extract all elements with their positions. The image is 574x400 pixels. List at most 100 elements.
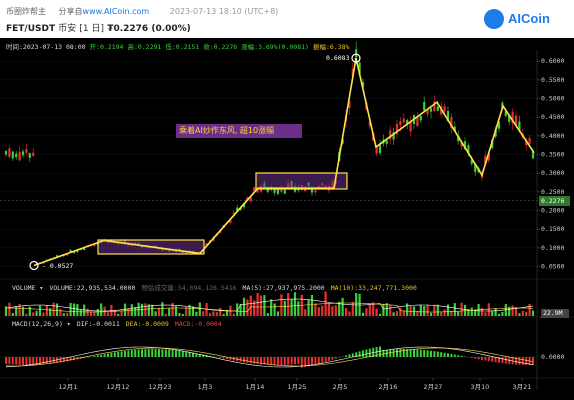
macd-histogram-bar — [273, 357, 276, 365]
candle-body — [11, 151, 14, 159]
candle-body — [28, 153, 31, 158]
candle-body — [385, 140, 388, 144]
volume-bar — [45, 305, 48, 316]
volume-bar — [470, 307, 473, 316]
macd-histogram-bar — [290, 357, 293, 365]
y-tick-label: 0.5000 — [541, 95, 565, 103]
candle-body — [399, 121, 402, 126]
volume-bar — [123, 303, 127, 316]
macd-histogram-bar — [185, 351, 188, 357]
candle-body — [4, 151, 8, 155]
macd-histogram-bar — [137, 349, 140, 357]
macd-histogram-bar — [103, 354, 106, 357]
volume-ma10: MA(10):33,247,771.3000 — [330, 284, 417, 292]
macd-histogram-bar — [219, 357, 222, 358]
low-price-label: - 0.0527 — [42, 262, 74, 270]
volume-bar — [222, 313, 225, 316]
macd-histogram-bar — [321, 357, 324, 363]
volume-bar — [8, 302, 11, 316]
volume-bar — [436, 304, 439, 316]
macd-histogram-bar — [433, 351, 436, 357]
volume-bar — [355, 293, 358, 316]
candle-body — [21, 151, 25, 156]
volume-bar — [242, 297, 246, 316]
candle-body — [419, 116, 422, 121]
macd-title[interactable]: MACD(12,26,9) ▾ — [12, 320, 71, 328]
volume-bar — [215, 312, 218, 316]
macd-histogram-bar — [32, 357, 35, 365]
macd-histogram-bar — [358, 351, 361, 357]
volume-bar — [389, 304, 392, 316]
volume-bar — [293, 292, 297, 316]
macd-histogram-bar — [345, 355, 347, 357]
macd-histogram-bar — [151, 349, 154, 357]
macd-histogram-bar — [392, 349, 395, 357]
volume-bar — [304, 309, 307, 316]
volume-bar — [263, 295, 266, 316]
macd-histogram-bar — [426, 350, 429, 357]
volume-bar — [361, 312, 365, 316]
macd-histogram-bar — [222, 357, 225, 359]
ohlc-close: 收:0.2276 — [203, 43, 238, 51]
macd-histogram-bar — [22, 357, 24, 365]
macd-histogram-bar — [127, 350, 130, 357]
macd-histogram-bar — [171, 349, 174, 357]
macd-histogram-bar — [141, 349, 143, 357]
macd-histogram-bar — [362, 350, 364, 357]
x-tick-label: 2月5 — [333, 383, 348, 391]
volume-bar — [28, 306, 31, 316]
volume-bar — [440, 312, 443, 316]
candle-body — [283, 189, 286, 194]
macd-histogram-bar — [311, 357, 313, 366]
macd-histogram-bar — [175, 350, 177, 357]
consolidation-box-2 — [255, 172, 348, 190]
y-tick-label: 0.2000 — [541, 207, 565, 215]
macd-histogram-bar — [100, 354, 103, 357]
candle-body — [378, 144, 382, 154]
macd-histogram-bar — [28, 357, 31, 365]
macd-histogram-bar — [532, 357, 534, 365]
macd-histogram-bar — [110, 352, 113, 357]
macd-histogram-bar — [280, 357, 283, 365]
volume-bar — [72, 303, 76, 316]
macd-histogram-bar — [42, 357, 45, 365]
macd-axis-label: 0.0000 — [541, 353, 565, 361]
ohlc-time: 时间:2023-07-13 08:00 — [6, 43, 86, 51]
macd-histogram-bar — [93, 356, 96, 357]
candle-body — [314, 190, 317, 193]
volume-bar — [531, 310, 535, 316]
volume-bar — [287, 292, 290, 316]
volume-bar — [375, 308, 378, 316]
volume-bar — [491, 311, 494, 316]
volume-bar — [382, 303, 385, 316]
volume-bar — [32, 312, 35, 316]
volume-ma5: MA(5):27,937,975.2000 — [242, 284, 325, 292]
macd-histogram-bar — [18, 357, 21, 365]
volume-bar — [106, 312, 110, 316]
y-tick-label: 0.3000 — [541, 169, 565, 177]
volume-bar — [212, 311, 215, 316]
volume-bar — [457, 311, 460, 316]
macd-dif: DIF:-0.0011 — [76, 320, 120, 328]
volume-bar — [327, 303, 331, 316]
volume-title[interactable]: VOLUME ▾ — [12, 284, 43, 292]
volume-bar — [426, 305, 429, 316]
volume-bar — [409, 305, 412, 316]
macd-histogram-bar — [270, 357, 273, 365]
volume-bar — [161, 302, 164, 316]
macd-histogram-bar — [487, 357, 490, 362]
macd-histogram-bar — [518, 357, 521, 365]
macd-histogram-bar — [239, 357, 242, 362]
volume-bar — [501, 311, 504, 316]
macd-histogram-bar — [504, 357, 507, 364]
volume-bar — [344, 308, 348, 316]
volume-bar — [59, 308, 62, 316]
volume-bar — [195, 311, 198, 316]
volume-bar — [310, 294, 314, 316]
macd-histogram-bar — [49, 357, 52, 364]
volume-bar — [164, 313, 167, 316]
volume-bar — [232, 313, 235, 316]
candlestick-chart[interactable]: 0.6000 0.5500 0.5000 0.4500 0.4000 0.3500 0.30… — [0, 0, 574, 400]
volume-bar — [198, 302, 201, 316]
y-tick-label: 0.3500 — [541, 151, 565, 159]
